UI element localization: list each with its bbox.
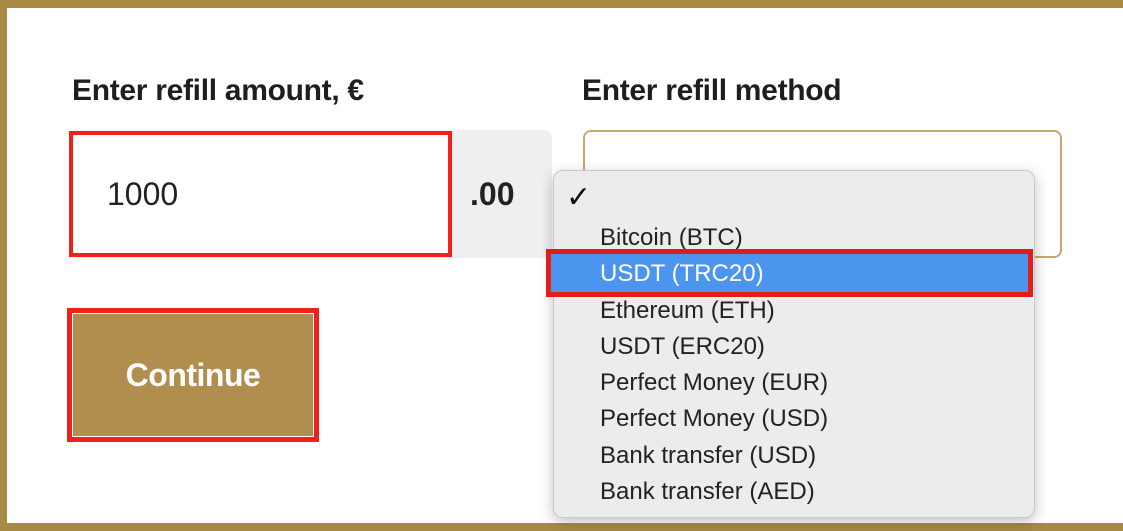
amount-input[interactable]: [69, 131, 452, 257]
method-label: Enter refill method: [582, 74, 842, 107]
amount-label: Enter refill amount, €: [72, 74, 364, 107]
option-perfect-money-eur[interactable]: Perfect Money (EUR): [600, 368, 828, 398]
continue-button[interactable]: Continue: [73, 314, 313, 436]
option-bank-transfer-aed[interactable]: Bank transfer (AED): [600, 477, 815, 507]
checkmark-icon: ✓: [566, 181, 592, 214]
amount-decimal-suffix: .00: [470, 176, 515, 212]
option-usdt-erc20[interactable]: USDT (ERC20): [600, 332, 765, 362]
option-bank-transfer-usd[interactable]: Bank transfer (USD): [600, 441, 816, 471]
option-usdt-trc20[interactable]: USDT (TRC20): [600, 259, 764, 289]
option-ethereum-eth[interactable]: Ethereum (ETH): [600, 296, 775, 326]
option-perfect-money-usd[interactable]: Perfect Money (USD): [600, 404, 828, 434]
